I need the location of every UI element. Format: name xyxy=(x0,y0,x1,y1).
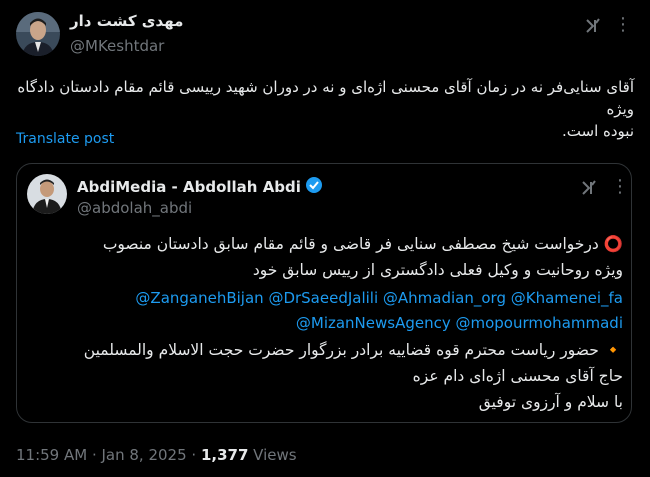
views-label: Views xyxy=(248,446,297,464)
views-count: 1,377 xyxy=(200,446,249,464)
quoted-mentions-line[interactable]: @ZanganehBijan @DrSaeedJalili @Ahmadian_… xyxy=(25,286,623,310)
author-avatar[interactable] xyxy=(16,12,60,56)
quoted-text-line: ⭕ درخواست شیخ مصطفی سنایی فر قاضی و قائم… xyxy=(102,235,623,253)
quoted-text-line: 🔸 حضور ریاست محترم قوه قضاییه برادر بزرگ… xyxy=(83,341,623,359)
quoted-author-avatar[interactable] xyxy=(27,174,67,214)
quoted-text-line: حاج آقای محسنی اژه‌ای دام عزه xyxy=(412,367,623,385)
post-timestamp[interactable]: 11:59 AM · Jan 8, 2025 · xyxy=(16,446,201,464)
quoted-text-line: ویژه روحانیت و وکیل فعلی دادگستری از ریی… xyxy=(252,261,623,279)
translate-link[interactable]: Translate post xyxy=(16,131,114,147)
author-name[interactable]: مهدی کشت دار xyxy=(70,12,183,30)
quoted-author-name[interactable]: AbdiMedia - Abdollah Abdi xyxy=(77,178,301,196)
post-meta: 11:59 AM · Jan 8, 2025 · 1,377 Views xyxy=(16,446,297,464)
more-icon[interactable]: ⋮ xyxy=(614,14,632,35)
quoted-mentions-line[interactable]: @MizanNewsAgency @mopourmohammadi xyxy=(25,311,623,335)
verified-badge-icon xyxy=(305,176,323,198)
quoted-post[interactable]: AbdiMedia - Abdollah Abdi @abdolah_abdi … xyxy=(16,163,632,423)
grok-icon[interactable] xyxy=(583,16,603,40)
author-handle[interactable]: @MKeshtdar xyxy=(70,37,164,55)
tweet-text-line-1: آقای سنایی‌فر نه در زمان آقای محسنی اژه‌… xyxy=(17,78,634,118)
more-icon[interactable]: ⋮ xyxy=(611,176,629,197)
grok-icon[interactable] xyxy=(579,178,599,202)
quoted-author-handle[interactable]: @abdolah_abdi xyxy=(77,199,192,217)
quoted-text-line: با سلام و آرزوی توفیق xyxy=(478,393,623,411)
